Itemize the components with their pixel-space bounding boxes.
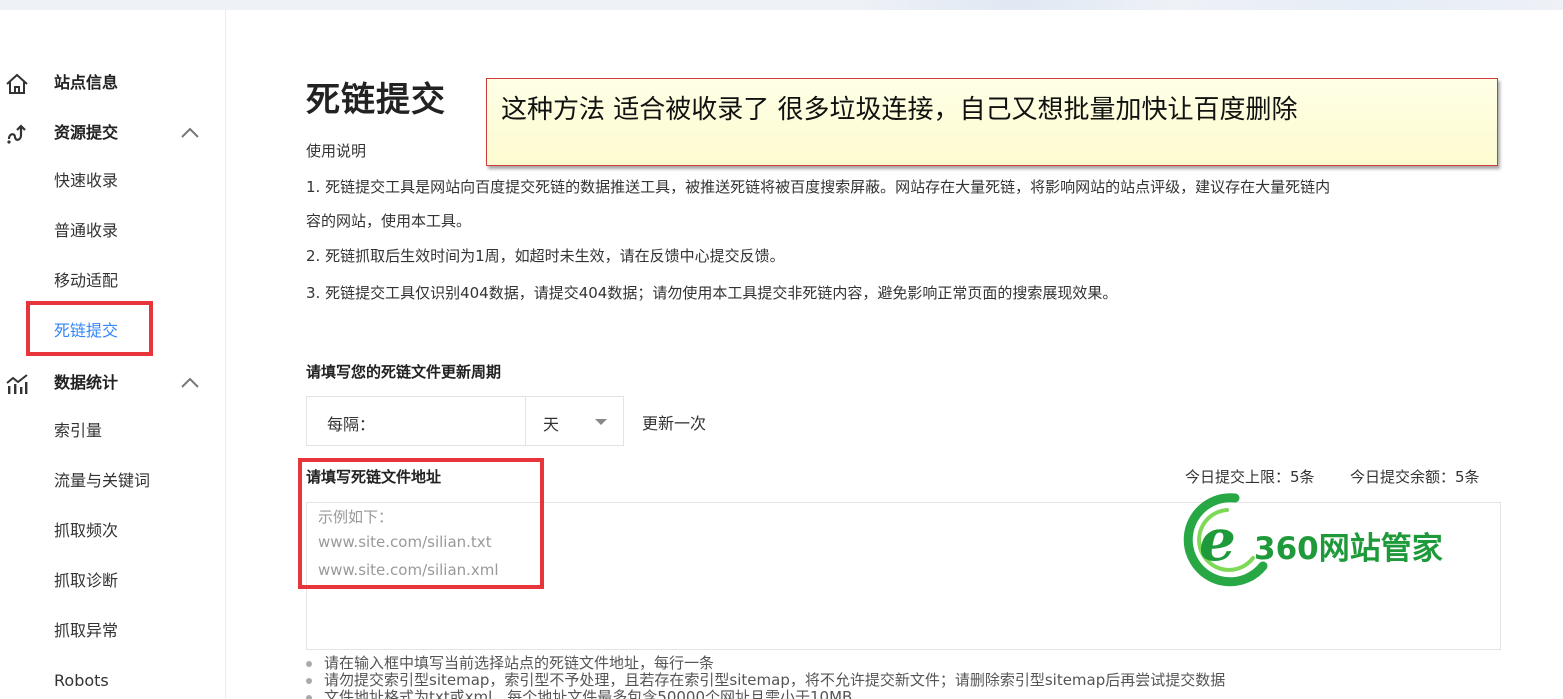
sidebar-item-label: 数据统计 [54,373,119,392]
sidebar-item-dead-link-submit[interactable]: 死链提交 [0,311,226,351]
period-selector: 每隔： 天 [306,396,624,446]
address-section-title: 请填写死链文件地址 [306,468,442,486]
period-section-title: 请填写您的死链文件更新周期 [306,363,502,381]
note-item: 请勿提交索引型sitemap，索引型不予处理，且若存在索引型sitemap，将不… [306,672,1225,688]
caret-down-icon[interactable] [595,419,607,425]
chevron-up-icon[interactable] [180,377,200,389]
chevron-up-icon[interactable] [180,127,200,139]
usage-line: 1. 死链提交工具是网站向百度提交死链的数据推送工具，被推送死链将被百度搜索屏蔽… [306,178,1331,196]
usage-line: 2. 死链抓取后生效时间为1周，如超时未生效，请在反馈中心提交反馈。 [306,247,785,265]
sidebar-item-label: 死链提交 [54,321,119,340]
sidebar-item-label: 普通收录 [54,221,119,240]
sidebar-group-resource-submit[interactable]: 资源提交 [0,113,226,153]
sidebar-item-label: 资源提交 [54,123,119,142]
note-text: 文件地址格式为txt或xml，每个地址文件最多包含50000个网址且需小于10M… [324,688,853,699]
sidebar-item-label: 抓取频次 [54,521,119,540]
annotation-callout: 这种方法 适合被收录了 很多垃圾连接，自己又想批量加快让百度删除 [486,78,1498,166]
top-banner-strip [0,0,1563,10]
period-suffix: 更新一次 [642,414,707,433]
quota-remaining: 今日提交余额：5条 [1350,468,1480,486]
sidebar-item-crawl-diagnosis[interactable]: 抓取诊断 [0,561,226,601]
period-divider [525,397,526,445]
placeholder-line: www.site.com/silian.txt [318,533,492,551]
note-item: 请在输入框中填写当前选择站点的死链文件地址，每行一条 [306,655,714,671]
note-text: 请勿提交索引型sitemap，索引型不予处理，且若存在索引型sitemap，将不… [324,671,1226,689]
sidebar-item-normal-index[interactable]: 普通收录 [0,211,226,251]
note-text: 请在输入框中填写当前选择站点的死链文件地址，每行一条 [324,654,715,672]
bullet-icon [306,694,312,699]
sidebar-item-fast-index[interactable]: 快速收录 [0,161,226,201]
sidebar-item-mobile-adapt[interactable]: 移动适配 [0,261,226,301]
period-every-label: 每隔： [327,415,376,434]
data-stats-icon [6,374,28,394]
usage-title: 使用说明 [306,142,367,160]
sidebar-item-traffic-keywords[interactable]: 流量与关键词 [0,461,226,501]
quota-limit: 今日提交上限：5条 [1185,468,1315,486]
placeholder-line: www.site.com/silian.xml [318,561,499,579]
note-item: 文件地址格式为txt或xml，每个地址文件最多包含50000个网址且需小于10M… [306,689,852,699]
placeholder-line: 示例如下： [318,508,394,526]
sidebar-item-label: 快速收录 [54,171,119,190]
sidebar-item-label: 抓取异常 [54,621,119,640]
sidebar-item-crawl-errors[interactable]: 抓取异常 [0,611,226,651]
usage-line: 容的网站，使用本工具。 [306,212,472,230]
sidebar-item-label: 流量与关键词 [54,471,151,490]
bullet-icon [306,660,312,667]
logo-letter: e [1199,506,1236,574]
sidebar-item-label: 抓取诊断 [54,571,119,590]
sidebar-item-robots[interactable]: Robots [0,661,226,699]
sidebar-item-label: 站点信息 [54,73,119,92]
sidebar-item-crawl-frequency[interactable]: 抓取频次 [0,511,226,551]
watermark-text: 360网站管家 [1254,531,1443,567]
sidebar-item-label: 索引量 [54,421,103,440]
page-title: 死链提交 [306,80,446,120]
bullet-icon [306,677,312,684]
resource-submit-icon [7,124,26,144]
usage-line: 3. 死链提交工具仅识别404数据，请提交404数据；请勿使用本工具提交非死链内… [306,284,1118,302]
sidebar-item-index-volume[interactable]: 索引量 [0,411,226,451]
sidebar-item-label: 移动适配 [54,271,119,290]
sidebar-item-site-info[interactable]: 站点信息 [0,63,226,103]
sidebar-item-label: Robots [54,671,109,690]
sidebar-group-data-stats[interactable]: 数据统计 [0,363,226,403]
home-icon [6,73,28,94]
callout-text: 这种方法 适合被收录了 很多垃圾连接，自己又想批量加快让百度删除 [501,95,1298,125]
period-unit-select[interactable]: 天 [543,411,559,435]
